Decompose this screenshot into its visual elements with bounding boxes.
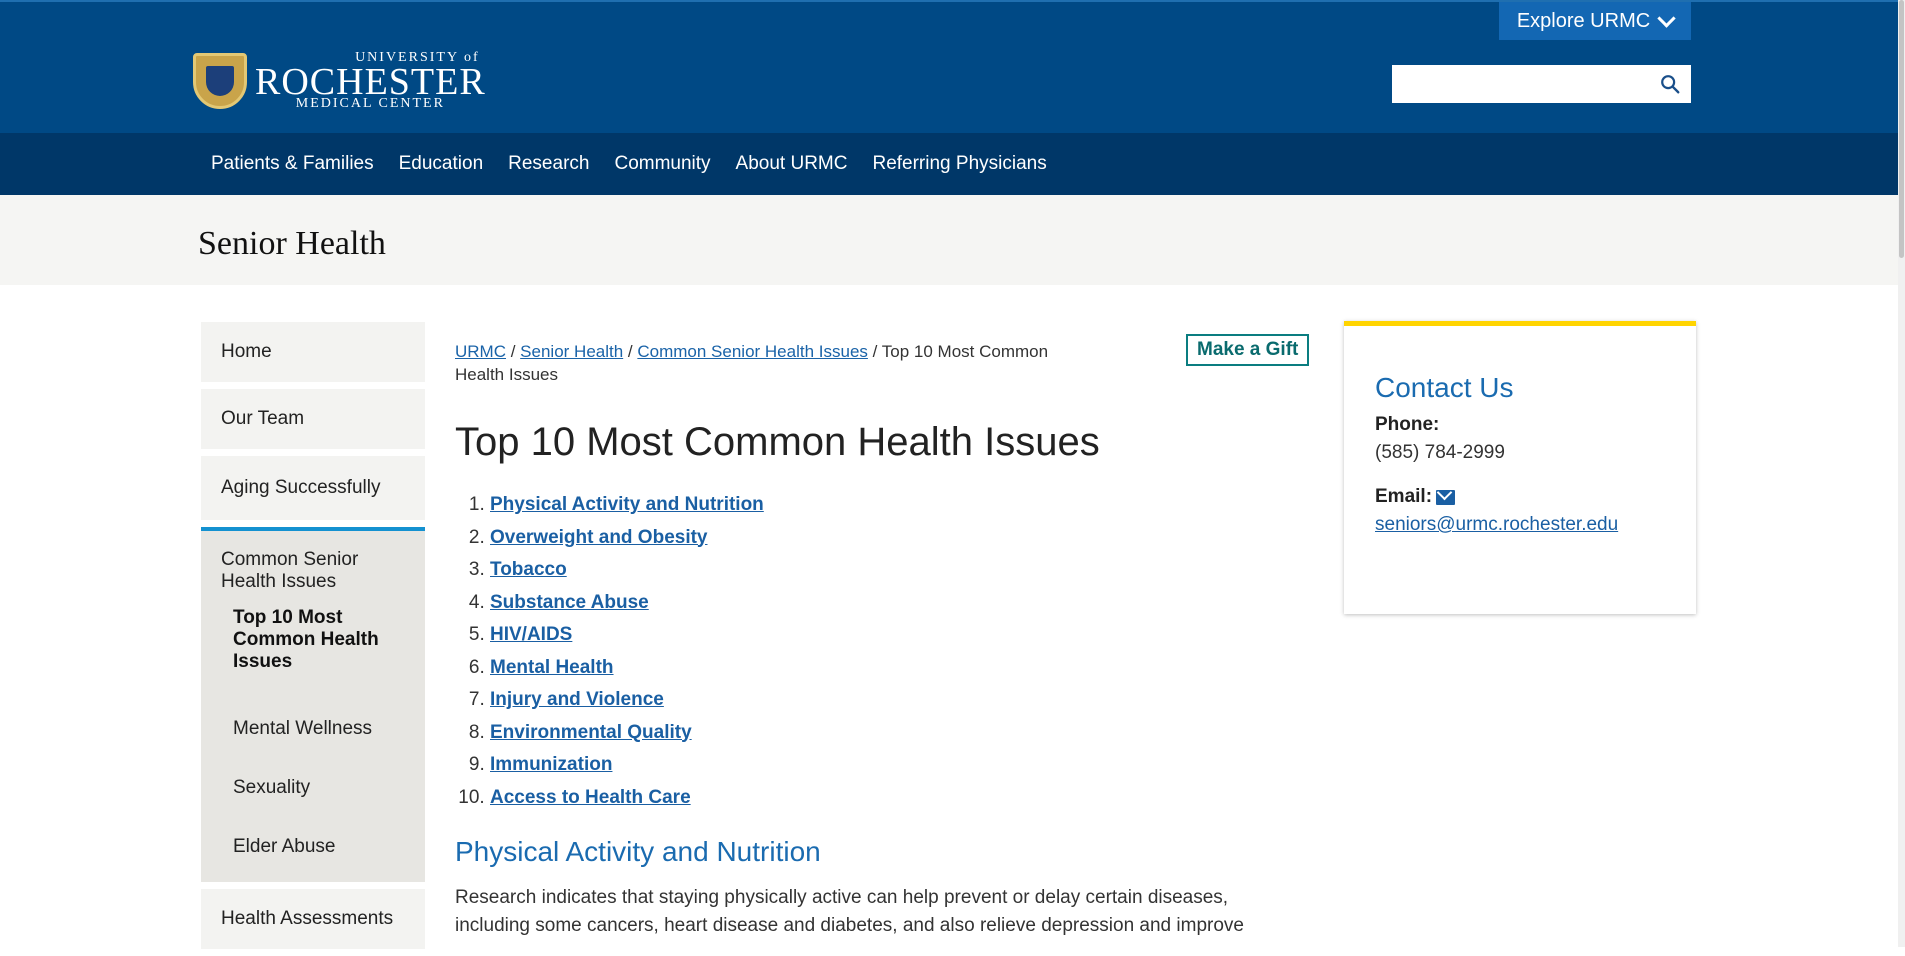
sidebar-item-aging-successfully[interactable]: Aging Successfully <box>201 456 425 520</box>
nav-item-patients-families[interactable]: Patients & Families <box>211 153 374 175</box>
breadcrumb-separator: / <box>623 342 638 361</box>
toc-link[interactable]: Physical Activity and Nutrition <box>490 494 764 515</box>
email-label: Email: <box>1375 486 1433 507</box>
sidebar-item-mental-wellness[interactable]: Mental Wellness <box>201 699 425 758</box>
toc-link[interactable]: Injury and Violence <box>490 689 664 710</box>
section-heading-physical-activity: Physical Activity and Nutrition <box>455 836 821 867</box>
section-title[interactable]: Senior Health <box>198 225 386 263</box>
section-title-bar: Senior Health <box>0 195 1898 285</box>
toc-link[interactable]: HIV/AIDS <box>490 624 572 645</box>
list-item: Injury and Violence <box>490 684 1315 717</box>
contact-card: Contact Us Phone: (585) 784-2999 Email: … <box>1344 321 1696 614</box>
list-item: Access to Health Care <box>490 782 1315 815</box>
main-content: URMC / Senior Health / Common Senior Hea… <box>455 334 1315 940</box>
sidebar-item-home[interactable]: Home <box>201 322 425 382</box>
list-item: Physical Activity and Nutrition <box>490 489 1315 522</box>
list-item: Overweight and Obesity <box>490 522 1315 555</box>
list-item: Immunization <box>490 749 1315 782</box>
sidebar-item-health-assessments[interactable]: Health Assessments <box>201 889 425 949</box>
list-item: HIV/AIDS <box>490 619 1315 652</box>
phone-label: Phone: <box>1375 414 1440 435</box>
make-a-gift-button[interactable]: Make a Gift <box>1186 334 1310 366</box>
search-icon[interactable] <box>1659 73 1681 95</box>
sidebar-nav: Home Our Team Aging Successfully Common … <box>201 322 425 956</box>
nav-item-research[interactable]: Research <box>508 153 589 175</box>
sidebar-item-top-10-current[interactable]: Top 10 Most Common Health Issues <box>201 607 425 673</box>
toc-link[interactable]: Environmental Quality <box>490 722 692 743</box>
toc-link[interactable]: Mental Health <box>490 657 614 678</box>
explore-urmc-button[interactable]: Explore URMC <box>1499 2 1691 40</box>
breadcrumb: URMC / Senior Health / Common Senior Hea… <box>455 340 1095 386</box>
toc-link[interactable]: Immunization <box>490 754 612 775</box>
urmc-logo[interactable]: UNIVERSITY of ROCHESTER MEDICAL CENTER <box>193 50 486 112</box>
email-row: Email: <box>1375 486 1666 508</box>
toc-link[interactable]: Substance Abuse <box>490 592 649 613</box>
breadcrumb-link-common-issues[interactable]: Common Senior Health Issues <box>637 342 868 361</box>
list-item: Environmental Quality <box>490 717 1315 750</box>
sidebar-item-common-senior-health-issues[interactable]: Common Senior Health Issues <box>201 549 425 593</box>
explore-urmc-label: Explore URMC <box>1516 9 1651 32</box>
toc-link[interactable]: Overweight and Obesity <box>490 527 708 548</box>
page-title: Top 10 Most Common Health Issues <box>455 420 1100 464</box>
breadcrumb-link-urmc[interactable]: URMC <box>455 342 506 361</box>
nav-item-education[interactable]: Education <box>399 153 484 175</box>
main-navigation: Patients & Families Education Research C… <box>0 133 1898 195</box>
logo-wordmark: UNIVERSITY of ROCHESTER MEDICAL CENTER <box>255 51 486 111</box>
list-item: Tobacco <box>490 554 1315 587</box>
breadcrumb-separator: / <box>867 342 882 361</box>
sidebar-item-sexuality[interactable]: Sexuality <box>201 758 425 817</box>
sidebar-item-elder-abuse[interactable]: Elder Abuse <box>201 817 425 876</box>
nav-item-about-urmc[interactable]: About URMC <box>736 153 848 175</box>
issues-list: Physical Activity and Nutrition Overweig… <box>455 489 1315 814</box>
page-scrollbar[interactable] <box>1898 0 1905 947</box>
search-box <box>1392 65 1691 103</box>
sidebar-active-group: Common Senior Health Issues Top 10 Most … <box>201 527 425 882</box>
search-input[interactable] <box>1392 65 1662 101</box>
university-seal-icon <box>193 53 247 109</box>
site-header: Explore URMC UNIVERSITY of ROCHESTER MED… <box>0 0 1898 133</box>
envelope-icon <box>1436 489 1456 505</box>
chevron-down-icon <box>1657 8 1676 28</box>
section-paragraph: Research indicates that staying physical… <box>455 887 1244 936</box>
phone-number: (585) 784-2999 <box>1375 442 1505 463</box>
toc-link[interactable]: Tobacco <box>490 559 567 580</box>
breadcrumb-link-senior-health[interactable]: Senior Health <box>520 342 623 361</box>
nav-item-community[interactable]: Community <box>614 153 710 175</box>
list-item: Mental Health <box>490 652 1315 685</box>
list-item: Substance Abuse <box>490 587 1315 620</box>
email-link[interactable]: seniors@urmc.rochester.edu <box>1375 514 1666 536</box>
scrollbar-thumb[interactable] <box>1899 0 1904 258</box>
sidebar-item-our-team[interactable]: Our Team <box>201 389 425 449</box>
nav-item-referring-physicians[interactable]: Referring Physicians <box>872 153 1046 175</box>
toc-link[interactable]: Access to Health Care <box>490 787 691 808</box>
contact-heading: Contact Us <box>1375 372 1514 403</box>
breadcrumb-separator: / <box>506 342 521 361</box>
